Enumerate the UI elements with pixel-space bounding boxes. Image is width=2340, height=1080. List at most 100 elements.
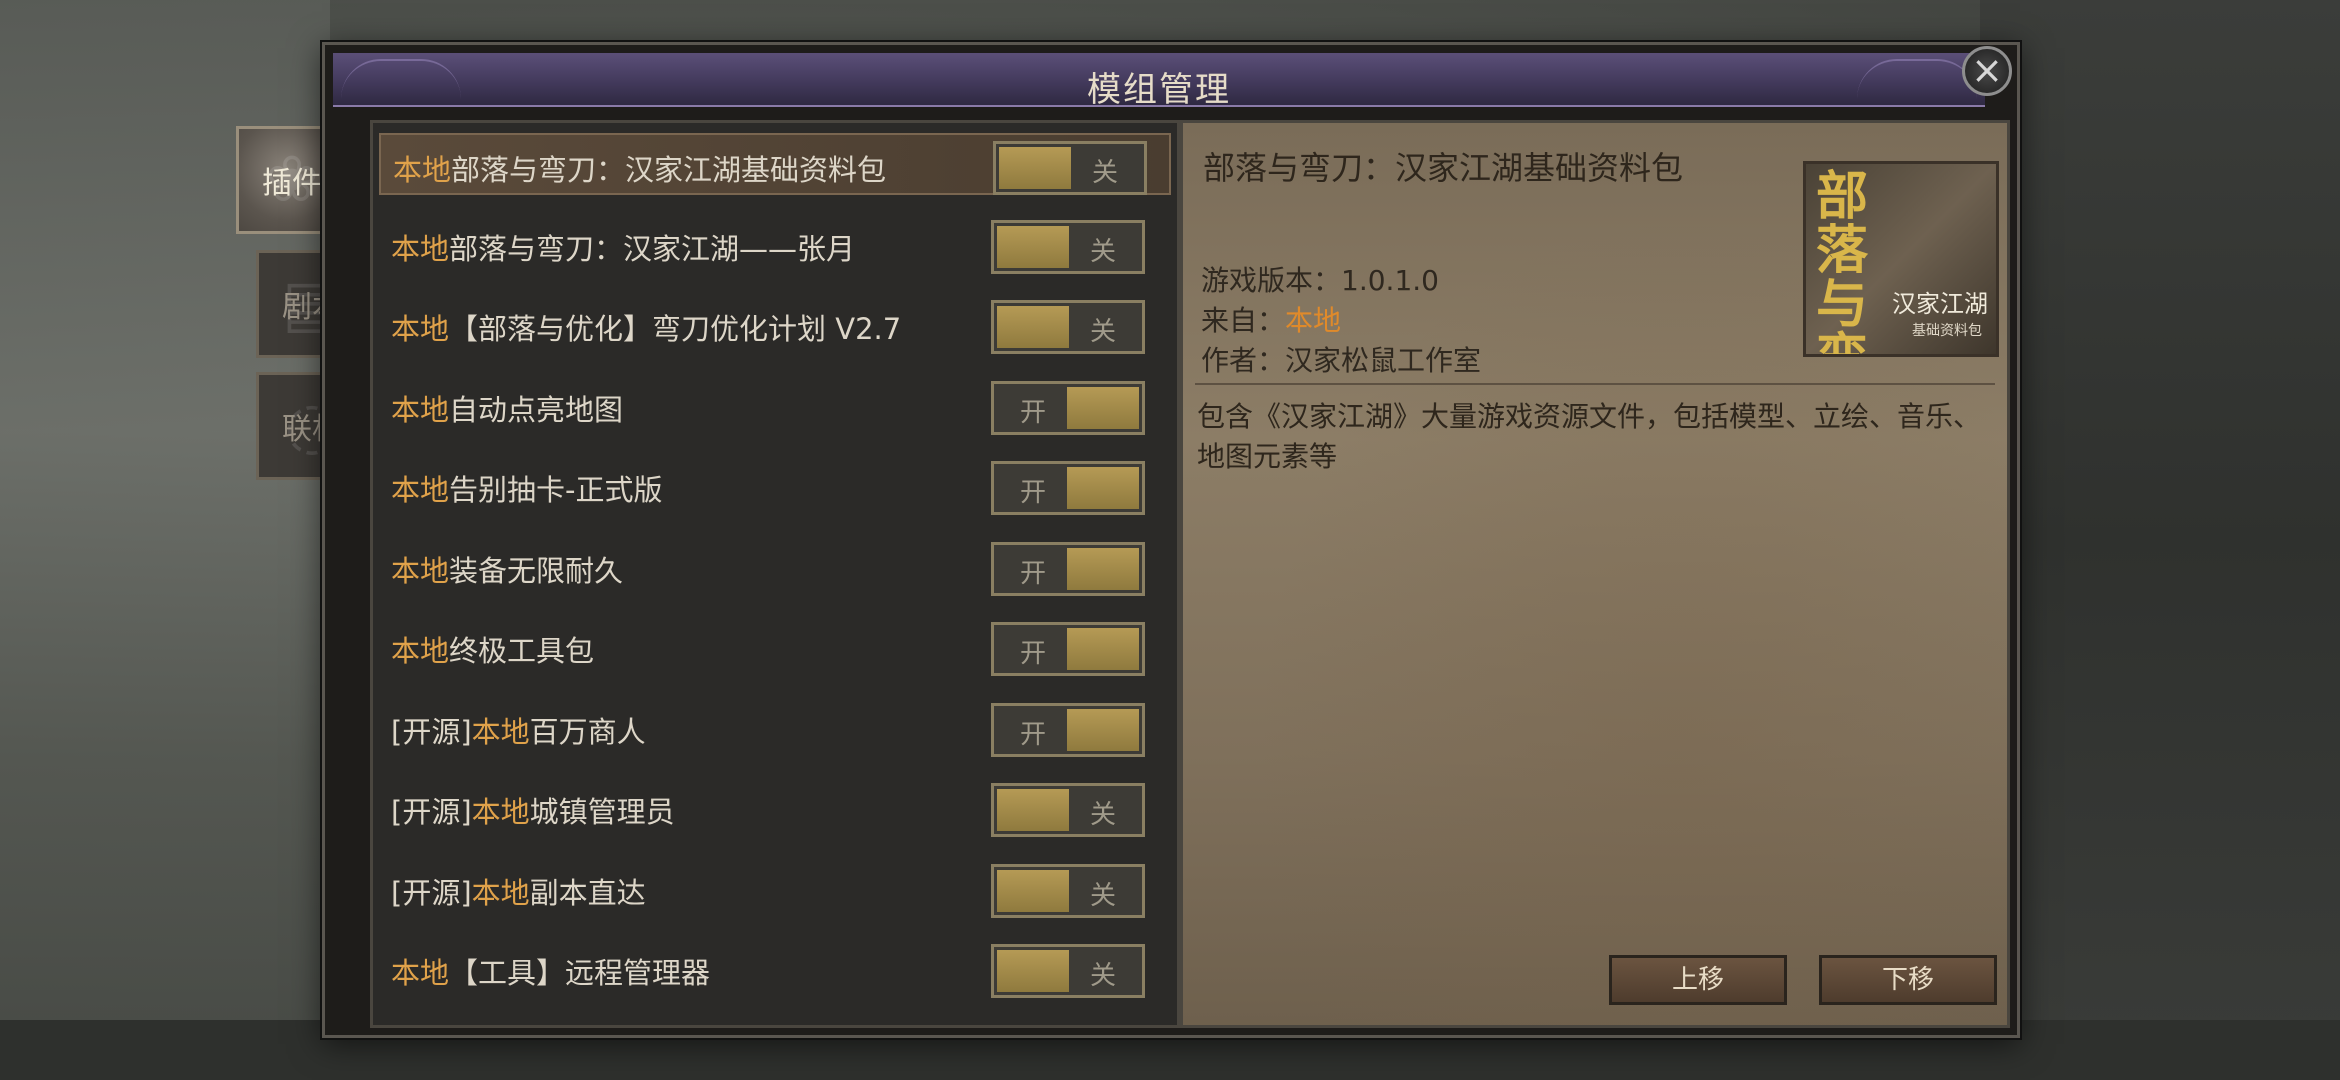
mod-local-tag: 本地 <box>471 714 530 749</box>
tab-plugins-label: 插件 <box>262 166 322 201</box>
thumbnail-subtitle: 汉家江湖 <box>1892 290 1988 318</box>
mod-toggle[interactable]: 开 <box>991 380 1145 435</box>
thumbnail-caption: 基础资料包 <box>1912 323 1982 339</box>
mod-toggle[interactable]: 关 <box>991 219 1145 274</box>
mod-row[interactable]: 本地装备无限耐久 开 <box>379 536 1171 598</box>
mod-name: 本地告别抽卡-正式版 <box>391 467 662 509</box>
toggle-knob <box>1067 467 1139 509</box>
toggle-knob <box>997 950 1069 992</box>
mod-prefix: [开源] <box>391 875 472 910</box>
mod-title: 终极工具包 <box>449 634 595 668</box>
detail-divider <box>1195 383 1995 385</box>
mod-toggle[interactable]: 开 <box>991 461 1145 515</box>
mod-local-tag: 本地 <box>391 392 450 427</box>
mod-author: 作者：汉家松鼠工作室 <box>1201 339 1481 379</box>
mod-source: 来自：本地 <box>1201 299 1341 339</box>
move-up-button[interactable]: 上移 <box>1609 955 1787 1005</box>
toggle-state-label: 开 <box>1019 478 1046 508</box>
title-bar: 模组管理 <box>333 53 1985 110</box>
mod-name: [开源]本地百万商人 <box>391 709 646 751</box>
mod-row[interactable]: [开源]本地副本直达 关 <box>379 858 1171 920</box>
toggle-state-label: 关 <box>1089 961 1116 991</box>
mod-local-tag: 本地 <box>391 956 450 990</box>
toggle-knob <box>999 147 1071 189</box>
mod-prefix: [开源] <box>391 795 472 829</box>
detail-title: 部落与弯刀：汉家江湖基础资料包 <box>1203 149 1684 187</box>
mod-name: [开源]本地副本直达 <box>391 870 646 912</box>
author-value: 汉家松鼠工作室 <box>1285 344 1482 377</box>
mod-local-tag: 本地 <box>471 795 530 829</box>
mod-title: 装备无限耐久 <box>449 553 624 588</box>
mod-row[interactable]: 本地告别抽卡-正式版 开 <box>379 455 1171 517</box>
mod-row[interactable]: 本地部落与弯刀：汉家江湖基础资料包 关 <box>379 133 1171 195</box>
dialog-title: 模组管理 <box>1087 70 1231 110</box>
move-down-button[interactable]: 下移 <box>1819 955 1997 1005</box>
mod-name: [开源]本地城镇管理员 <box>391 789 675 831</box>
mod-local-tag: 本地 <box>391 553 450 588</box>
mod-name: 本地自动点亮地图 <box>391 387 623 429</box>
toggle-knob <box>997 869 1069 912</box>
mod-row[interactable]: 本地终极工具包 开 <box>379 616 1171 678</box>
author-label: 作者： <box>1201 344 1286 377</box>
mod-row[interactable]: 本地【部落与优化】弯刀优化计划 V2.7 关 <box>379 294 1171 356</box>
mod-title: 告别抽卡-正式版 <box>449 473 663 507</box>
version-label: 游戏版本： <box>1201 264 1342 297</box>
version-value: 1.0.1.0 <box>1341 264 1439 297</box>
close-button[interactable]: × <box>1962 46 2012 96</box>
close-icon: × <box>1971 48 2003 92</box>
mod-list: 本地部落与弯刀：汉家江湖基础资料包关本地部落与弯刀：汉家江湖——张月关本地【部落… <box>370 120 1180 1028</box>
mod-name: 本地部落与弯刀：汉家江湖基础资料包 <box>393 147 886 189</box>
mod-title: 副本直达 <box>529 875 646 910</box>
source-label: 来自： <box>1201 304 1286 337</box>
mod-name: 本地终极工具包 <box>391 628 594 670</box>
toggle-state-label: 关 <box>1091 158 1118 188</box>
mod-toggle[interactable]: 关 <box>993 141 1147 195</box>
mod-name: 本地装备无限耐久 <box>391 548 623 590</box>
toggle-knob <box>1067 628 1139 670</box>
toggle-knob <box>997 789 1069 831</box>
toggle-state-label: 开 <box>1019 639 1046 669</box>
mod-title: 百万商人 <box>529 714 646 749</box>
mod-name: 本地部落与弯刀：汉家江湖——张月 <box>391 226 855 268</box>
mod-thumbnail: 部落与弯刀 汉家江湖 基础资料包 <box>1803 161 1999 357</box>
toggle-knob <box>1067 547 1139 590</box>
source-value: 本地 <box>1285 304 1342 337</box>
mod-name: 本地【部落与优化】弯刀优化计划 V2.7 <box>391 306 901 348</box>
mod-local-tag: 本地 <box>471 875 530 910</box>
mod-row[interactable]: [开源]本地城镇管理员 关 <box>379 777 1171 839</box>
mod-title: 城镇管理员 <box>529 795 675 829</box>
background-right <box>1980 0 2340 1080</box>
mod-row[interactable]: 本地部落与弯刀：汉家江湖——张月 关 <box>379 214 1171 276</box>
mod-row[interactable]: 本地【工具】远程管理器 关 <box>379 938 1171 1000</box>
mod-local-tag: 本地 <box>391 634 450 668</box>
mod-description: 包含《汉家江湖》大量游戏资源文件，包括模型、立绘、音乐、地图元素等 <box>1197 400 1982 473</box>
mod-local-tag: 本地 <box>393 153 452 187</box>
mod-name: 本地【工具】远程管理器 <box>391 950 710 992</box>
toggle-state-label: 关 <box>1089 317 1116 347</box>
toggle-knob <box>1067 708 1139 751</box>
toggle-state-label: 开 <box>1019 558 1046 589</box>
thumbnail-title: 部落与弯刀 <box>1816 166 1869 355</box>
mod-row[interactable]: [开源]本地百万商人 开 <box>379 697 1171 759</box>
mod-local-tag: 本地 <box>391 231 450 266</box>
toggle-state-label: 关 <box>1089 880 1116 911</box>
toggle-state-label: 关 <box>1089 236 1116 267</box>
mod-title: 部落与弯刀：汉家江湖基础资料包 <box>451 153 887 187</box>
mod-toggle[interactable]: 开 <box>991 622 1145 676</box>
mod-toggle[interactable]: 开 <box>991 702 1145 757</box>
toggle-state-label: 开 <box>1019 719 1046 750</box>
mod-local-tag: 本地 <box>391 312 450 346</box>
mod-toggle[interactable]: 关 <box>991 783 1145 837</box>
mod-toggle[interactable]: 开 <box>991 541 1145 596</box>
mod-prefix: [开源] <box>391 714 472 749</box>
mod-title: 【部落与优化】弯刀优化计划 V2.7 <box>449 312 902 346</box>
mod-toggle[interactable]: 关 <box>991 300 1145 354</box>
toggle-state-label: 开 <box>1019 397 1046 428</box>
mod-row[interactable]: 本地自动点亮地图 开 <box>379 375 1171 437</box>
mod-title: 部落与弯刀：汉家江湖——张月 <box>449 231 856 266</box>
mod-toggle[interactable]: 关 <box>991 863 1145 918</box>
mod-toggle[interactable]: 关 <box>991 944 1145 998</box>
toggle-knob <box>997 306 1069 348</box>
mod-local-tag: 本地 <box>391 473 450 507</box>
toggle-state-label: 关 <box>1089 800 1116 830</box>
